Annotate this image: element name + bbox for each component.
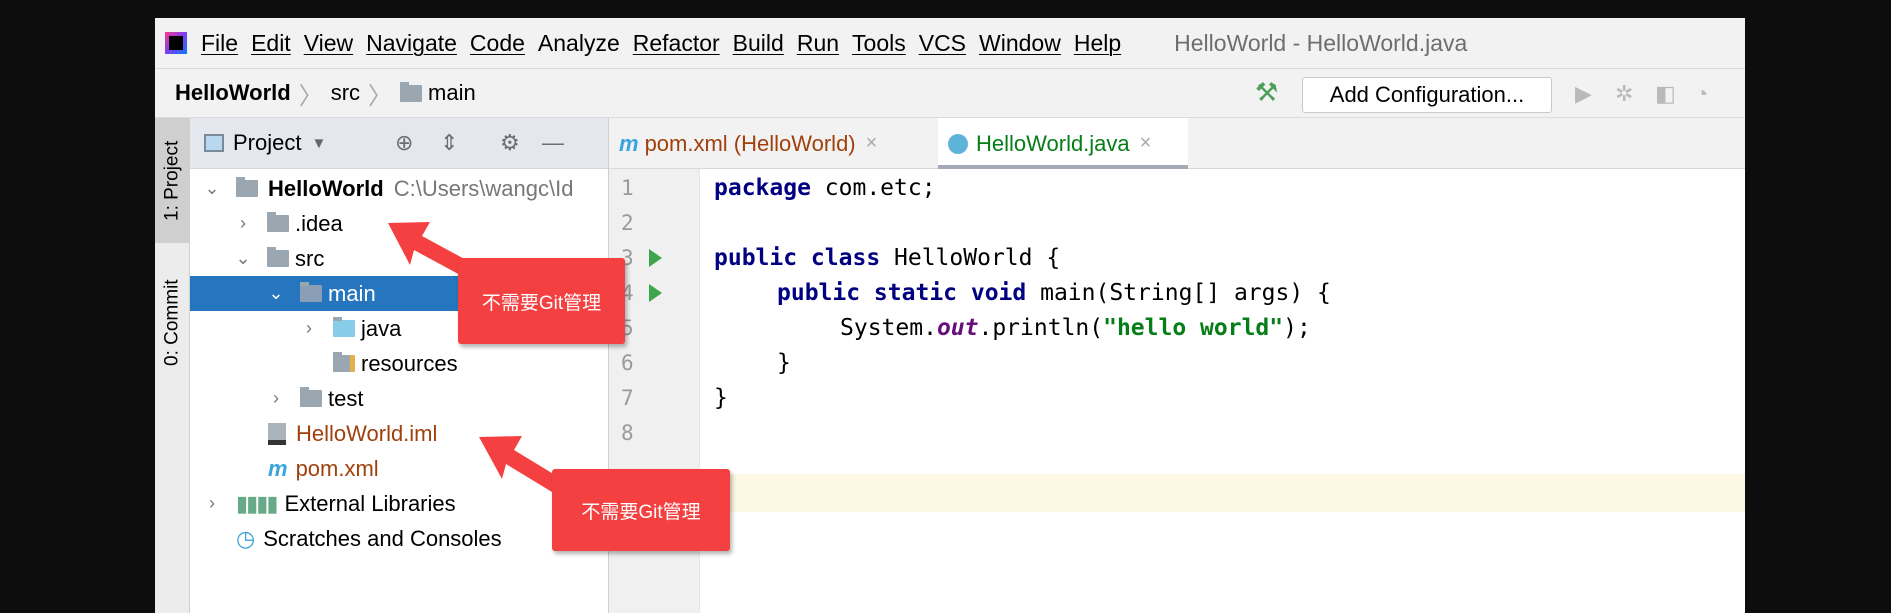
annotation-callout: 不需要Git管理 xyxy=(552,469,730,551)
arrow-icon xyxy=(479,436,560,492)
annotation-arrows xyxy=(388,222,560,492)
annotation-callout: 不需要Git管理 xyxy=(458,258,625,344)
